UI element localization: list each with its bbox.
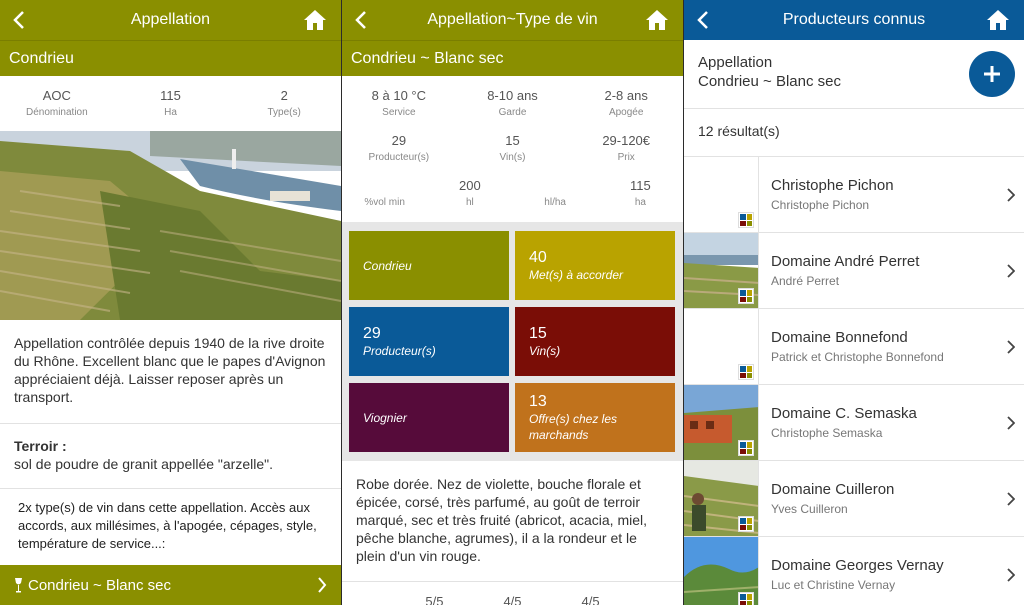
rating-2: 4/5 <box>503 594 522 605</box>
list-item[interactable]: Domaine Georges Vernay Luc et Christine … <box>684 536 1024 605</box>
stat-denomination: AOC Dénomination <box>25 88 88 118</box>
ratings-row: 5/5 4/5 4/5 <box>342 582 683 605</box>
chevron-right-icon <box>998 263 1024 278</box>
results-count: 12 résultat(s) <box>698 123 780 139</box>
wine-type-name: Condrieu ~ Blanc sec <box>342 40 683 76</box>
producer-name: Domaine André Perret <box>771 253 920 270</box>
producer-thumbnail <box>684 157 759 232</box>
appellation-screen: Appellation Condrieu AOC Dénomination 11… <box>0 0 341 605</box>
stat-service: 8 à 10 °C Service <box>371 88 426 118</box>
appellation-stats: AOC Dénomination 115 Ha 2 Type(s) <box>0 76 341 131</box>
tile-food-pairings[interactable]: 40 Met(s) à accorder <box>515 231 675 300</box>
producer-logo-icon <box>738 440 754 456</box>
chevron-right-icon <box>998 415 1024 430</box>
stat-hl-ha: hl/ha <box>544 197 566 208</box>
tile-merchant-offers[interactable]: 13 Offre(s) chez les marchands <box>515 383 675 452</box>
wine-description: Robe dorée. Nez de violette, bouche flor… <box>356 476 647 564</box>
producers-screen: Producteurs connus Appellation Condrieu … <box>684 0 1024 605</box>
vineyard-photo <box>0 131 341 320</box>
list-item[interactable]: Domaine Cuilleron Yves Cuilleron <box>684 460 1024 536</box>
producer-owner: Luc et Christine Vernay <box>771 578 896 592</box>
stat-price: 29-120€ Prix <box>602 133 651 163</box>
back-chevron-icon[interactable] <box>10 8 28 32</box>
producer-owner: Yves Cuilleron <box>771 502 848 516</box>
top-bar: Appellation~Type de vin <box>342 0 683 40</box>
chevron-right-icon <box>318 577 327 597</box>
stat-hl: 200 hl <box>459 178 481 208</box>
wine-types-info: 2x type(s) de vin dans cette appellation… <box>18 500 317 551</box>
back-chevron-icon[interactable] <box>694 8 712 32</box>
screen-title: Appellation <box>130 11 211 28</box>
tile-producers[interactable]: 29 Producteur(s) <box>349 307 509 376</box>
terroir-section: Terroir : sol de poudre de granit appell… <box>0 424 341 488</box>
top-bar: Producteurs connus <box>684 0 1024 40</box>
producer-thumbnail <box>684 309 759 384</box>
tile-wines[interactable]: 15 Vin(s) <box>515 307 675 376</box>
producer-logo-icon <box>738 516 754 532</box>
filter-value: Condrieu ~ Blanc sec <box>698 73 841 90</box>
producer-name: Domaine Cuilleron <box>771 481 895 498</box>
producer-list: Christophe Pichon Christophe Pichon Doma… <box>684 156 1024 605</box>
add-button[interactable] <box>969 51 1015 97</box>
producer-logo-icon <box>738 288 754 304</box>
stat-apogee: 2-8 ans Apogée <box>604 88 648 118</box>
stat-ha: 115 ha <box>630 178 651 208</box>
producer-name: Domaine Bonnefond <box>771 329 908 346</box>
tile-appellation[interactable]: Condrieu <box>349 231 509 300</box>
producer-thumbnail <box>684 537 759 605</box>
producer-name: Christophe Pichon <box>771 177 894 194</box>
list-item[interactable]: Christophe Pichon Christophe Pichon <box>684 156 1024 232</box>
chevron-right-icon <box>998 339 1024 354</box>
stat-producers: 29 Producteur(s) <box>368 133 430 163</box>
producer-logo-icon <box>738 592 754 605</box>
producer-owner: Christophe Semaska <box>771 426 883 440</box>
screen-title: Producteurs connus <box>782 11 926 28</box>
stat-ha: 115 Ha <box>160 88 181 118</box>
stat-garde: 8-10 ans Garde <box>487 88 538 118</box>
producer-owner: André Perret <box>771 274 840 288</box>
stat-vol-min: %vol min <box>364 197 405 208</box>
plus-icon <box>984 66 1000 82</box>
wine-type-label: Condrieu ~ Blanc sec <box>28 576 171 594</box>
appellation-name: Condrieu <box>0 40 341 76</box>
wine-stats: 8 à 10 °C Service 8-10 ans Garde 2-8 ans Ap… <box>342 76 683 222</box>
chevron-right-icon <box>998 187 1024 202</box>
producer-thumbnail <box>684 233 759 308</box>
filter-header: Appellation Condrieu ~ Blanc sec <box>684 40 1024 108</box>
terroir-title: Terroir : <box>14 438 67 454</box>
list-item[interactable]: Domaine Bonnefond Patrick et Christophe … <box>684 308 1024 384</box>
appellation-description: Appellation contrôlée depuis 1940 de la … <box>14 335 326 405</box>
back-chevron-icon[interactable] <box>352 8 370 32</box>
home-icon[interactable] <box>986 8 1010 32</box>
producer-logo-icon <box>738 364 754 380</box>
category-tiles: Condrieu 40 Met(s) à accorder 29 Producteu… <box>342 222 683 461</box>
screen-title: Appellation~Type de vin <box>427 11 598 28</box>
producer-name: Domaine C. Semaska <box>771 405 917 422</box>
producer-thumbnail <box>684 461 759 536</box>
list-item[interactable]: Domaine André Perret André Perret <box>684 232 1024 308</box>
rating-3: 4/5 <box>581 594 600 605</box>
producer-owner: Christophe Pichon <box>771 198 870 212</box>
chevron-right-icon <box>998 491 1024 506</box>
producer-thumbnail <box>684 385 759 460</box>
list-item[interactable]: Domaine C. Semaska Christophe Semaska <box>684 384 1024 460</box>
chevron-right-icon <box>998 567 1024 582</box>
home-icon[interactable] <box>645 8 669 32</box>
terroir-text: sol de poudre de granit appellée "arzell… <box>14 456 273 472</box>
rating-1: 5/5 <box>425 594 444 605</box>
tile-grape[interactable]: Viognier <box>349 383 509 452</box>
home-icon[interactable] <box>303 8 327 32</box>
producer-owner: Patrick et Christophe Bonnefond <box>771 350 944 364</box>
wine-glass-icon <box>14 577 23 593</box>
stat-wines: 15 Vin(s) <box>499 133 526 163</box>
filter-label: Appellation <box>698 54 773 71</box>
producer-name: Domaine Georges Vernay <box>771 557 944 574</box>
top-bar: Appellation <box>0 0 341 40</box>
wine-type-screen: Appellation~Type de vin Condrieu ~ Blanc… <box>342 0 683 605</box>
producer-logo-icon <box>738 212 754 228</box>
stat-types: 2 Type(s) <box>267 88 301 118</box>
wine-type-item[interactable]: Condrieu ~ Blanc sec <box>0 565 341 605</box>
